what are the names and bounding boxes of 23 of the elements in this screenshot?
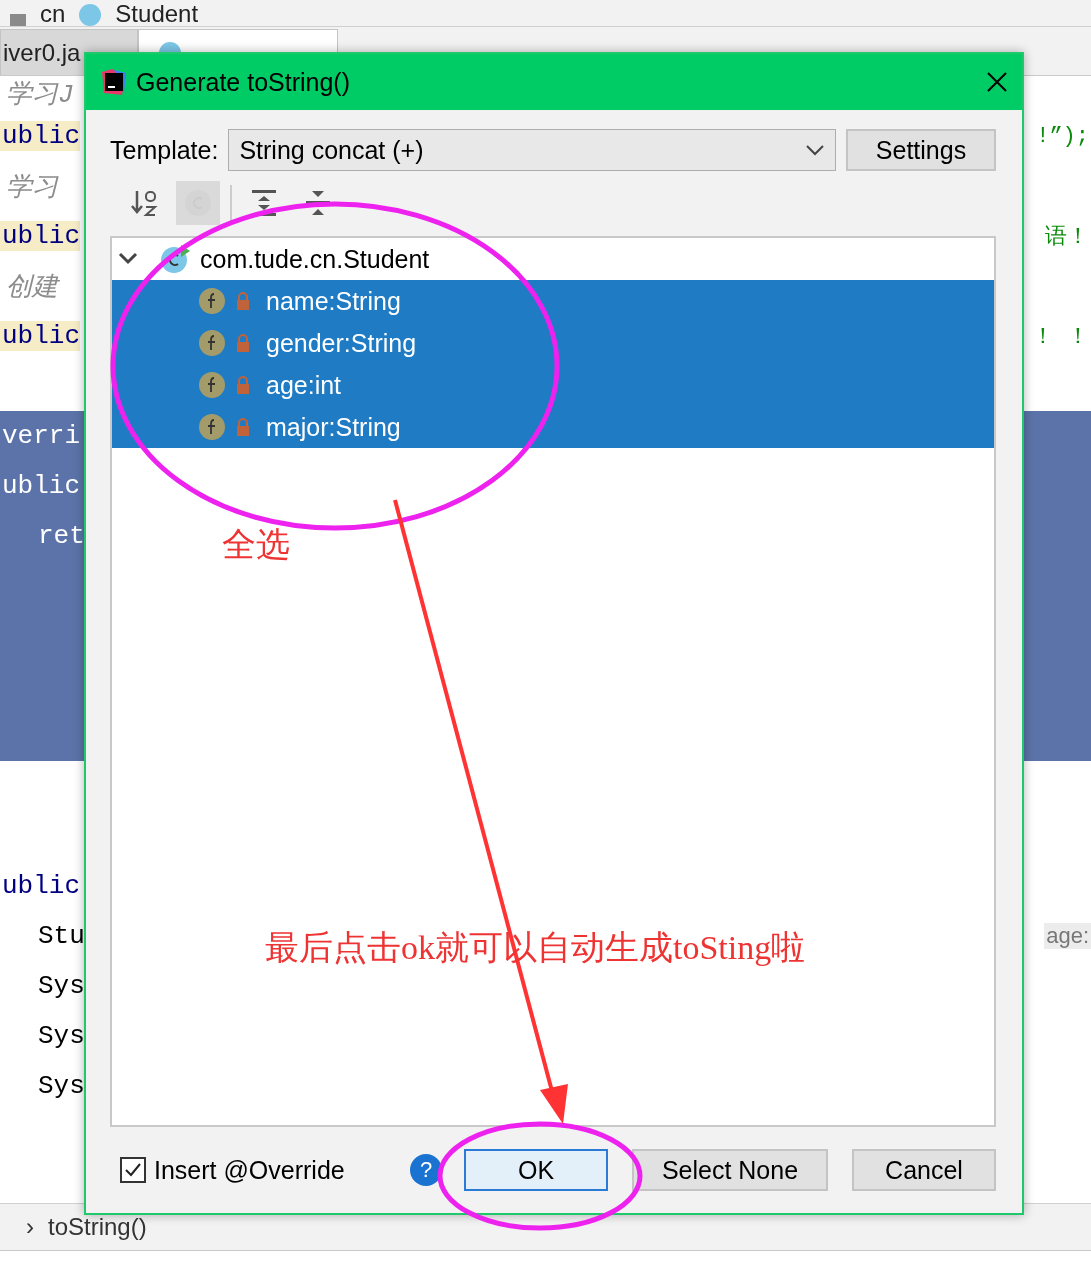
code-text: Sys — [37, 1021, 85, 1051]
code-text: !”); — [1035, 123, 1090, 149]
code-text: ！ ！ — [1030, 324, 1090, 351]
field-label: Template: — [110, 135, 219, 165]
code-text: 语！ — [1044, 224, 1090, 251]
code-text: Stu — [37, 921, 85, 951]
code-text: ublic — [0, 221, 80, 251]
dialog-title: Generate toString() — [136, 67, 351, 97]
code-text: ublic — [0, 121, 80, 151]
parameter-hint: age: — [1044, 923, 1091, 949]
code-text: Sys — [37, 1071, 85, 1101]
annotation-text: 全选 — [222, 525, 290, 565]
code-text: 创建 — [5, 271, 58, 304]
code-text: ublic — [1, 471, 80, 501]
code-text: 学习 — [5, 171, 58, 204]
code-text: ublic — [0, 321, 80, 351]
code-text: Sys — [37, 971, 85, 1001]
checkbox-label: Insert @Override — [154, 1155, 345, 1185]
code-text: ret — [37, 521, 85, 551]
code-text: ublic — [1, 871, 80, 901]
chevron-icon: › — [26, 1213, 34, 1241]
code-text: 学习J — [5, 79, 74, 111]
code-text: verri — [1, 421, 80, 451]
